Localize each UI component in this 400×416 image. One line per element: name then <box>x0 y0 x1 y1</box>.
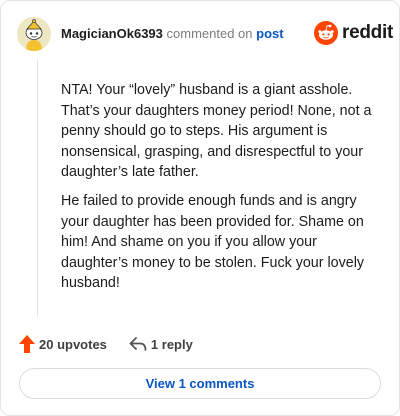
comment-header: MagicianOk6393 commented on post <box>61 26 284 41</box>
reply-arrow-icon <box>129 337 147 351</box>
reddit-logo-icon <box>314 21 338 45</box>
username-link[interactable]: MagicianOk6393 <box>61 26 163 41</box>
reddit-wordmark: reddit <box>342 22 393 43</box>
upvote-count: 20 upvotes <box>39 336 107 352</box>
reddit-brand[interactable]: reddit <box>314 20 393 46</box>
comment-paragraph-1: NTA! Your “lovely” husband is a giant as… <box>61 82 372 180</box>
comment-paragraph-2: He failed to provide enough funds and is… <box>61 193 365 291</box>
upvote-arrow-icon <box>19 335 35 353</box>
comment-actions: 20 upvotes 1 reply <box>19 334 193 354</box>
post-link[interactable]: post <box>256 26 283 41</box>
reply-count: 1 reply <box>150 336 193 352</box>
action-text: commented on <box>166 26 253 41</box>
reply-button[interactable]: 1 reply <box>129 336 193 352</box>
view-comments-button[interactable]: View 1 comments <box>19 368 381 399</box>
upvote-button[interactable]: 20 upvotes <box>19 335 107 353</box>
user-avatar[interactable] <box>17 17 51 51</box>
comment-card: MagicianOk6393 commented on post reddit … <box>0 0 400 416</box>
thread-line <box>37 59 38 317</box>
snoo-avatar-icon <box>17 17 51 51</box>
